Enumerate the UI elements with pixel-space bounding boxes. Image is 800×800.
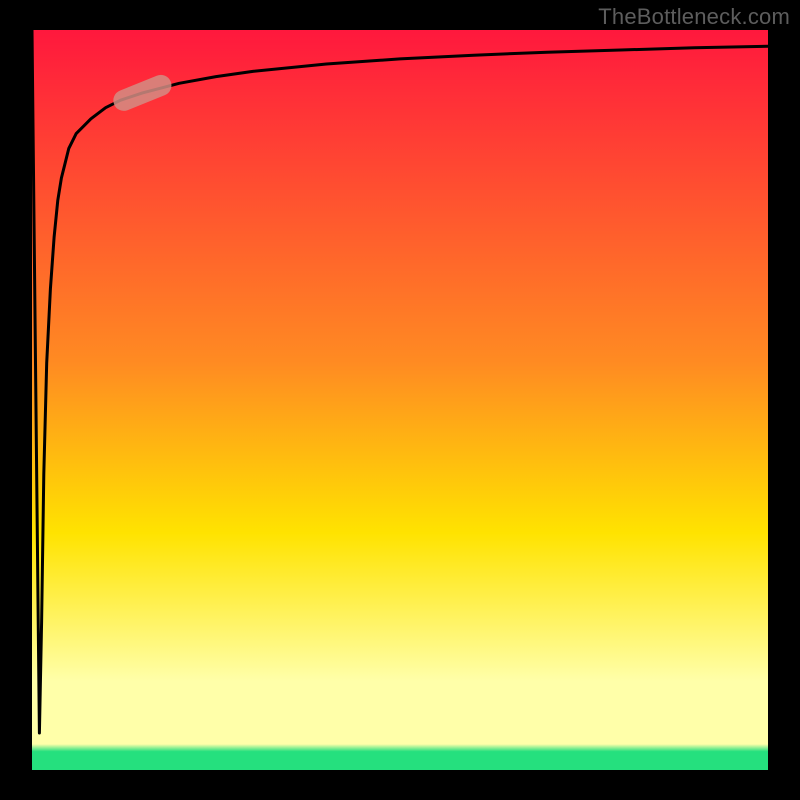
chart-svg (0, 0, 800, 800)
chart-container: TheBottleneck.com (0, 0, 800, 800)
watermark-text: TheBottleneck.com (598, 4, 790, 30)
chart-plot-area (32, 30, 768, 770)
